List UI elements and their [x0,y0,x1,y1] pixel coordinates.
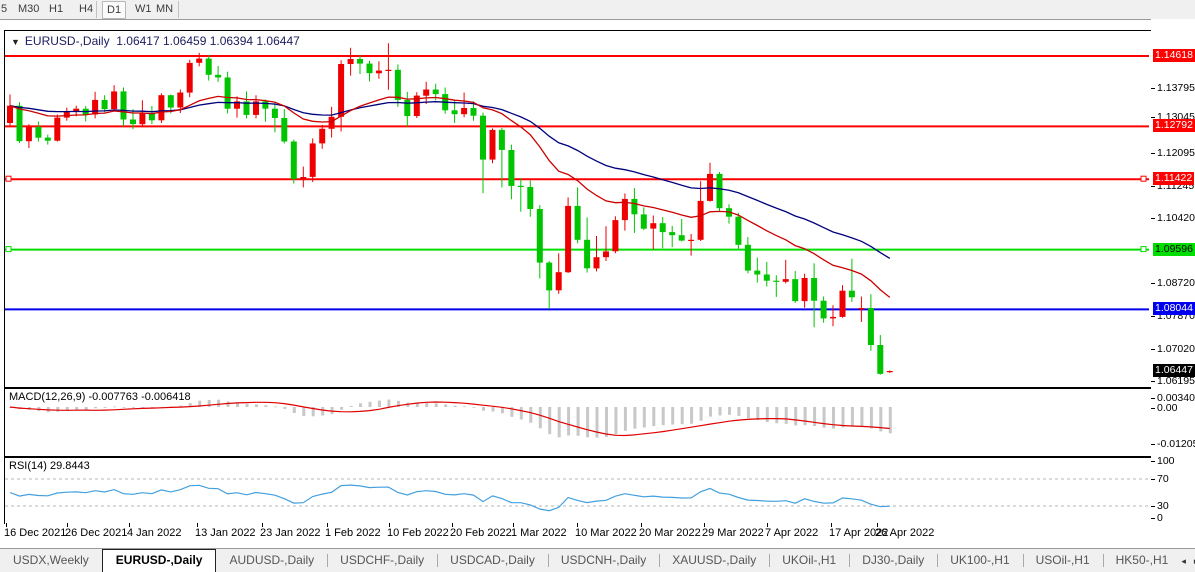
rsi-axis-label: 0 [1157,512,1163,524]
chart-tab-uk100-h1[interactable]: UK100-,H1 [937,549,1022,572]
hline-price-badge: 1.12792 [1153,119,1195,132]
timeframe-button-h1[interactable]: H1 [45,1,67,17]
price-axis-label: 1.13795 [1157,82,1195,94]
chart-ohlc-values: 1.06417 1.06459 1.06394 1.06447 [116,34,300,48]
date-label: 7 Apr 2022 [765,527,818,539]
axis-tick-mark [1151,518,1155,519]
chart-symbol-label: EURUSD-,Daily [25,34,110,48]
price-axis-label: 1.10420 [1157,212,1195,224]
chart-dropdown-icon[interactable]: ▼ [11,37,20,47]
date-label: 1 Feb 2022 [325,527,381,539]
hline-price-badge: 1.08044 [1153,302,1195,315]
axis-tick-mark [1151,218,1155,219]
timeframe-toolbar: 5M30H1H4D1W1MN [0,0,1195,20]
timeframe-button-h4[interactable]: H4 [75,1,97,17]
current-price-badge: 1.06447 [1153,364,1195,377]
rsi-axis-label: 100 [1157,455,1175,467]
hline-price-badge: 1.09596 [1153,243,1195,256]
axis-tick-mark [1151,349,1155,350]
timeframe-button-d1[interactable]: D1 [102,1,126,19]
axis-tick-mark [1151,117,1155,118]
axis-tick-mark [1151,153,1155,154]
hline-price-badge: 1.14618 [1153,49,1195,62]
rsi-axis-label: 30 [1157,500,1169,512]
price-chart-canvas[interactable] [5,31,1149,385]
macd-axis-label: 0.00 [1157,402,1177,414]
chart-tab-usdcnh-daily[interactable]: USDCNH-,Daily [548,549,659,572]
date-label: 13 Jan 2022 [195,527,256,539]
chart-tab-dj30-daily[interactable]: DJ30-,Daily [849,549,937,572]
price-axis[interactable]: 1.137951.130451.120951.112451.104201.087… [1151,19,1195,548]
date-label: 4 Jan 2022 [127,527,181,539]
toolbar-separator [96,1,97,18]
hline-price-badge: 1.11422 [1153,172,1194,185]
timeframe-button-m30[interactable]: M30 [14,1,43,17]
chart-tab-usdchf-daily[interactable]: USDCHF-,Daily [327,549,437,572]
chart-tab-eurusd-daily[interactable]: EURUSD-,Daily [102,549,217,572]
date-label: 20 Feb 2022 [450,527,512,539]
rsi-axis-label: 70 [1157,473,1169,485]
price-axis-label: 1.12095 [1157,147,1195,159]
date-label: 20 Mar 2022 [639,527,701,539]
axis-tick-mark [1151,381,1155,382]
rsi-canvas[interactable] [5,458,1149,522]
chart-tab-usdcad-daily[interactable]: USDCAD-,Daily [437,549,548,572]
timeframe-button-5[interactable]: 5 [0,1,11,17]
chart-tab-audusd-daily[interactable]: AUDUSD-,Daily [216,549,327,572]
axis-tick-mark [1151,408,1155,409]
chart-tab-hk50-h1[interactable]: HK50-,H1 [1103,549,1182,572]
macd-axis-label: -0.012058 [1157,438,1195,450]
date-label: 10 Feb 2022 [387,527,449,539]
axis-tick-mark [1151,186,1155,187]
axis-tick-mark [1151,444,1155,445]
chart-tab-usdx-weekly[interactable]: USDX,Weekly [0,549,102,572]
axis-tick-mark [1151,398,1155,399]
chart-tab-xauusd-daily[interactable]: XAUUSD-,Daily [659,549,769,572]
tab-scroll-left-icon[interactable]: ◂ [1181,556,1186,567]
date-label: 29 Mar 2022 [702,527,764,539]
macd-indicator-panel[interactable]: MACD(12,26,9) -0.007763 -0.006418 [4,388,1152,457]
date-label: 23 Jan 2022 [260,527,321,539]
date-label: 26 Apr 2022 [875,527,934,539]
axis-tick-mark [1151,88,1155,89]
price-chart-panel[interactable]: ▼ EURUSD-,Daily 1.06417 1.06459 1.06394 1… [4,30,1152,388]
chart-tab-usoil-h1[interactable]: USOil-,H1 [1023,549,1103,572]
axis-tick-mark [1151,479,1155,480]
macd-label: MACD(12,26,9) -0.007763 -0.006418 [9,391,191,403]
chart-tab-bar: USDX,WeeklyEURUSD-,DailyAUDUSD-,DailyUSD… [0,548,1195,572]
price-axis-label: 1.08720 [1157,277,1195,289]
timeframe-button-mn[interactable]: MN [152,1,177,17]
axis-tick-mark [1151,461,1155,462]
trading-terminal-window: 5M30H1H4D1W1MN ▼EURUSD-,Daily 1.06417 1.… [0,0,1195,572]
date-label: 1 Mar 2022 [511,527,567,539]
date-label: 16 Dec 2021 [4,527,66,539]
chart-tab-ukoil-h1[interactable]: UKOil-,H1 [769,549,849,572]
chart-title: ▼ EURUSD-,Daily 1.06417 1.06459 1.06394 1… [11,34,300,48]
toolbar-separator [178,1,179,18]
time-axis[interactable]: 16 Dec 202126 Dec 20214 Jan 2022 13 Jan 2… [0,524,1151,548]
rsi-label: RSI(14) 29.8443 [9,460,90,472]
axis-tick-mark [1151,506,1155,507]
tab-scroll-arrows: ◂▸ [1181,549,1195,572]
price-axis-label: 1.07020 [1157,343,1195,355]
date-label: 26 Dec 2021 [65,527,127,539]
axis-tick-mark [1151,283,1155,284]
axis-tick-mark [1151,316,1155,317]
date-label: 10 Mar 2022 [575,527,637,539]
rsi-indicator-panel[interactable]: RSI(14) 29.8443 [4,457,1152,525]
